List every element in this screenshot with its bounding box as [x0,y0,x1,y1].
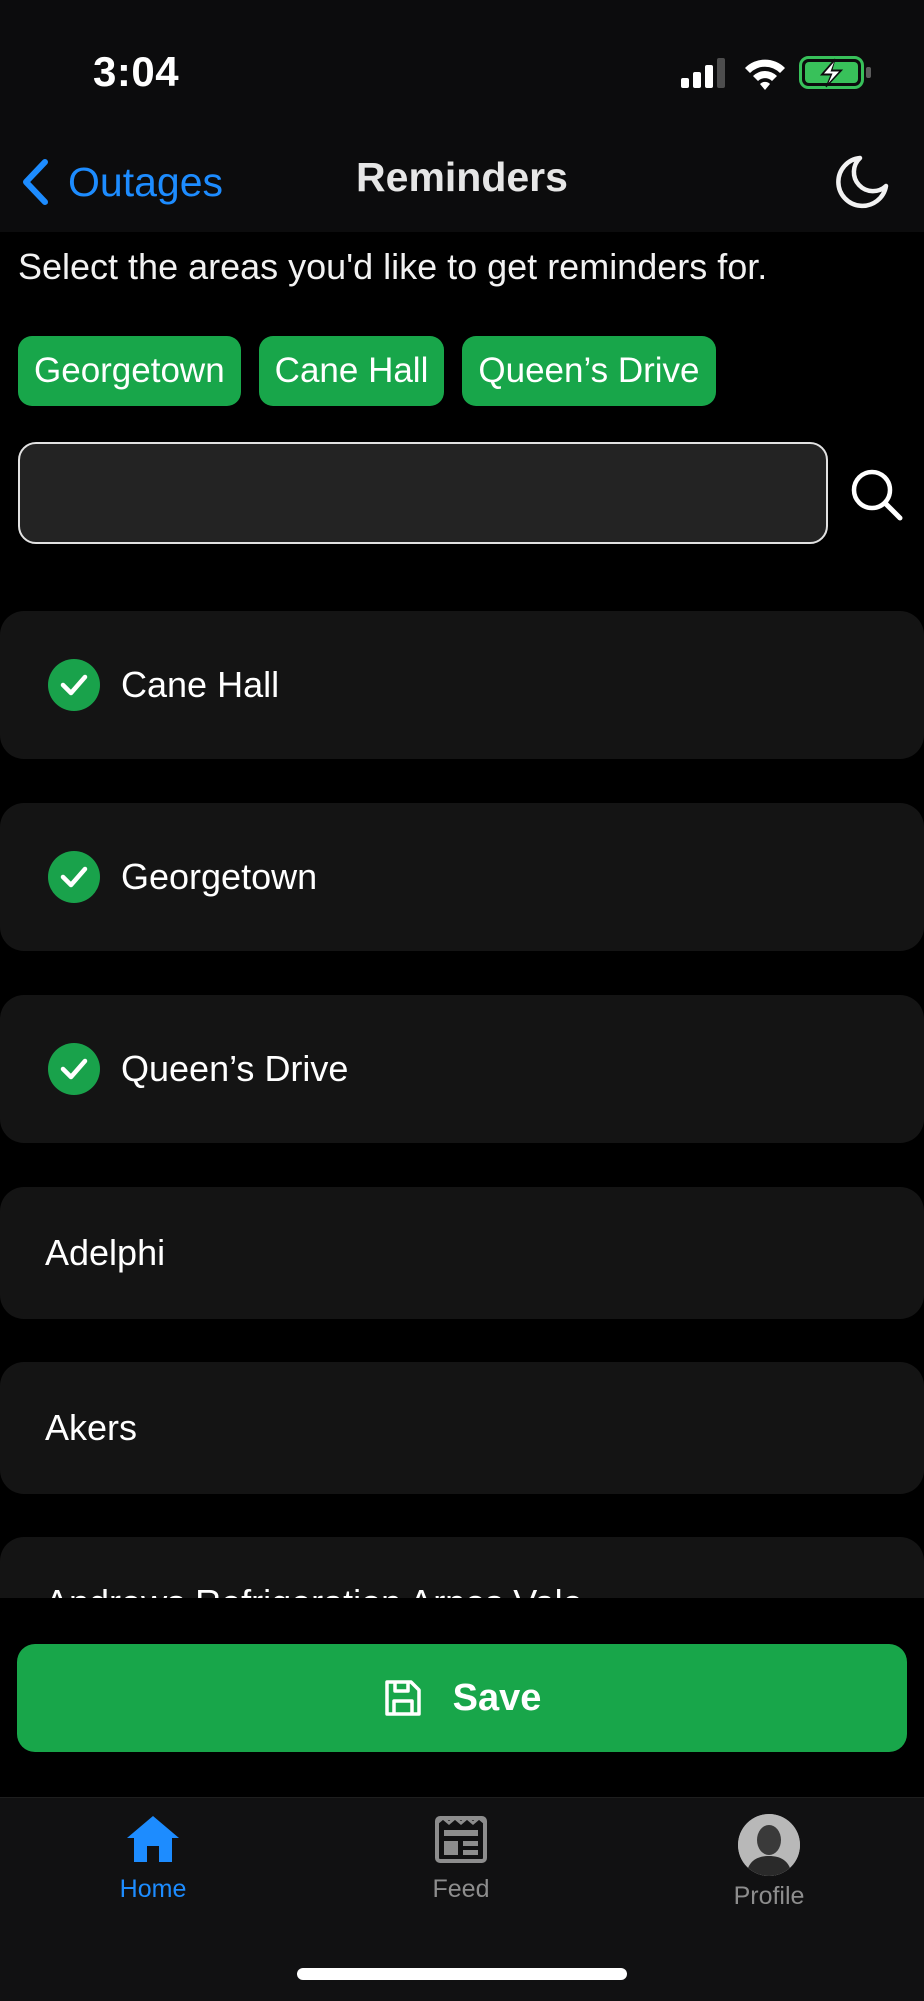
chip-georgetown[interactable]: Georgetown [18,336,241,406]
tab-profile-label: Profile [733,1882,805,1910]
list-item-cane-hall[interactable]: Cane Hall [0,611,924,759]
search-icon [851,469,903,521]
feed-icon [435,1816,487,1863]
moon-icon [836,155,889,209]
search-button[interactable] [848,466,904,522]
battery-charging-icon [799,56,871,89]
check-circle-icon [48,1043,100,1095]
signal-icon [681,58,725,88]
page-title: Reminders [356,154,568,200]
wifi-icon [745,59,785,90]
home-indicator [297,1968,627,1980]
list-item-georgetown[interactable]: Georgetown [0,803,924,951]
save-button-label: Save [452,1676,542,1719]
home-icon [127,1816,179,1862]
selected-area-chips: Georgetown Cane Hall Queen’s Drive [18,336,734,406]
area-name: Cane Hall [121,664,280,705]
avatar [738,1814,800,1876]
status-icons [681,54,879,94]
chip-queens-drive[interactable]: Queen’s Drive [462,336,716,406]
navigation-bar: Outages Reminders [0,140,924,232]
area-name: Akers [45,1407,138,1448]
save-area: Save [0,1598,924,1798]
floppy-disk-icon [384,1680,421,1716]
chip-cane-hall[interactable]: Cane Hall [258,336,445,406]
tab-bar: Home Feed Profile [0,1797,924,2001]
check-circle-icon [48,659,100,711]
tab-profile[interactable]: Profile [679,1814,859,1924]
area-name: Adelphi [45,1232,166,1273]
status-time: 3:04 [93,48,180,95]
status-bar: 3:04 [0,0,924,140]
area-name: Queen’s Drive [121,1048,349,1089]
save-button[interactable]: Save [17,1644,907,1752]
search-input[interactable] [18,442,828,544]
instruction-text: Select the areas you'd like to get remin… [18,246,768,287]
list-item-adelphi[interactable]: Adelphi [0,1187,924,1319]
tab-home-label: Home [119,1875,187,1903]
tab-feed-label: Feed [432,1875,490,1903]
dark-mode-toggle[interactable] [832,152,892,212]
list-item-akers[interactable]: Akers [0,1362,924,1494]
list-item-andrews-refrigeration-arnos-vale[interactable]: Andrews Refrigeration Arnos Vale [0,1537,924,1600]
area-list[interactable]: Cane Hall Georgetown Queen’s Drive Adelp… [0,600,924,1600]
check-circle-icon [48,851,100,903]
area-name: Georgetown [121,856,318,897]
tab-home[interactable]: Home [63,1814,243,1924]
list-item-queens-drive[interactable]: Queen’s Drive [0,995,924,1143]
tab-feed[interactable]: Feed [371,1814,551,1924]
